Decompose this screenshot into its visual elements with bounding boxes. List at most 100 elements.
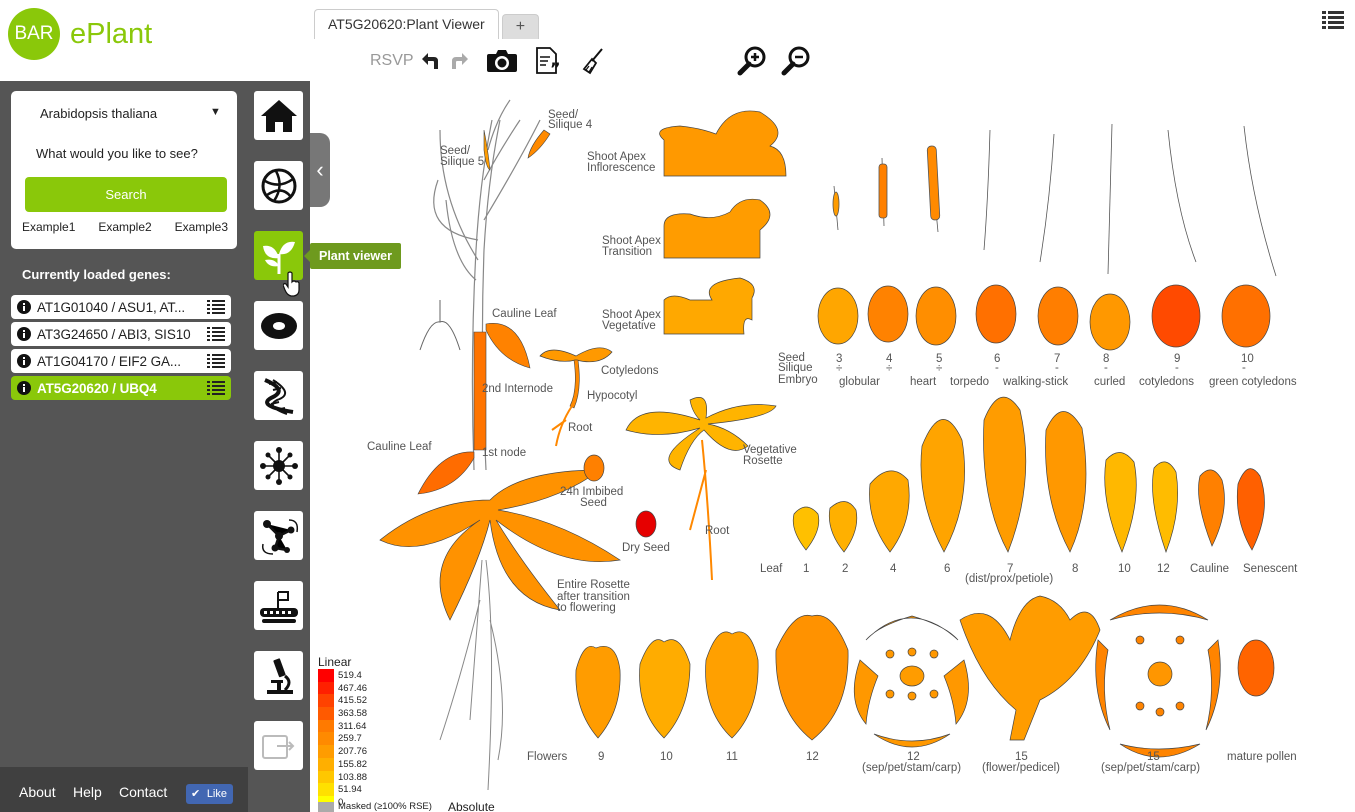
embryo-4[interactable] <box>867 285 909 343</box>
species-select[interactable]: Arabidopsis thaliana <box>40 106 157 121</box>
embryo-9[interactable] <box>1151 284 1201 348</box>
label-embryo-mark: - <box>1242 362 1246 374</box>
nav-world[interactable] <box>254 161 303 210</box>
dry-seed[interactable] <box>635 510 657 538</box>
label-embryo-stage: torpedo <box>950 376 989 388</box>
gene-item[interactable]: AT1G01040 / ASU1, AT... <box>11 295 231 319</box>
help-link[interactable]: Help <box>73 784 102 800</box>
tab-plant-viewer[interactable]: AT5G20620:Plant Viewer <box>314 9 499 39</box>
info-icon[interactable] <box>17 381 31 395</box>
embryo-6[interactable] <box>975 284 1017 344</box>
undo-icon[interactable] <box>421 51 442 71</box>
nav-structure[interactable] <box>254 511 303 560</box>
clear-broom-icon[interactable] <box>580 47 606 75</box>
search-prompt[interactable]: What would you like to see? <box>36 146 198 161</box>
label-cauline-leaf-left: Cauline Leaf <box>367 441 432 453</box>
label-leaf-item: Senescent <box>1243 563 1298 575</box>
tab-add-button[interactable]: + <box>501 14 540 39</box>
flower-11[interactable] <box>705 631 759 739</box>
leaf-8[interactable] <box>1045 411 1087 553</box>
seed-silique-4[interactable] <box>527 129 551 159</box>
facebook-like-button[interactable]: Like <box>186 784 233 804</box>
example-3-link[interactable]: Example3 <box>175 220 228 234</box>
imbibed-seed[interactable] <box>583 454 605 482</box>
leaf-senescent[interactable] <box>1236 468 1265 551</box>
flower-15-pedicel[interactable] <box>959 595 1101 741</box>
label-apex-veg-b: Vegetative <box>602 320 656 332</box>
export-icon <box>261 734 294 759</box>
example-2-link[interactable]: Example2 <box>98 220 151 234</box>
loaded-genes-title: Currently loaded genes: <box>22 267 171 282</box>
flower-10[interactable] <box>639 639 691 739</box>
leaf-6[interactable] <box>920 419 965 553</box>
cauline-leaf-top[interactable] <box>485 323 531 369</box>
leaf-cauline[interactable] <box>1198 469 1225 547</box>
leaf-7[interactable] <box>983 396 1027 553</box>
leaf-1[interactable] <box>792 506 820 551</box>
gene-menu-icon[interactable] <box>207 299 227 315</box>
get-citation-icon[interactable]: ” <box>534 47 564 75</box>
chevron-down-icon[interactable]: ▼ <box>210 106 221 118</box>
shoot-apex-inflorescence[interactable] <box>659 110 787 177</box>
about-link[interactable]: About <box>19 784 56 800</box>
gene-item-active[interactable]: AT5G20620 / UBQ4 <box>11 376 231 400</box>
zoom-in-icon[interactable] <box>736 45 768 77</box>
camera-icon[interactable] <box>486 48 518 74</box>
leaf-10[interactable] <box>1104 452 1137 553</box>
flower-9[interactable] <box>575 646 621 739</box>
flower-12[interactable] <box>775 614 849 741</box>
embryo-3[interactable] <box>817 287 859 345</box>
nav-export[interactable] <box>254 721 303 770</box>
mature-pollen[interactable] <box>1237 639 1275 697</box>
label-embryo-mark: ÷ <box>936 363 942 375</box>
label-embryo-stage: globular <box>839 376 880 388</box>
embryo-10[interactable] <box>1221 284 1271 348</box>
leaf-4[interactable] <box>869 470 910 553</box>
legend-value: 51.94 <box>338 784 362 796</box>
leaf-2[interactable] <box>828 501 858 553</box>
nav-experiment[interactable] <box>254 651 303 700</box>
label-rosette-a: Entire Rosette <box>557 579 630 591</box>
legend-row: 363.58 <box>318 707 367 720</box>
menu-list-icon[interactable] <box>1322 10 1344 30</box>
search-button[interactable]: Search <box>25 177 227 212</box>
legend-mode-label[interactable]: Absolute <box>448 800 495 812</box>
gene-item[interactable]: AT1G04170 / EIF2 GA... <box>11 349 231 373</box>
root-rosette[interactable] <box>689 439 713 581</box>
cauline-leaf-left[interactable] <box>417 451 475 495</box>
embryo-7[interactable] <box>1037 286 1079 346</box>
nav-cell[interactable] <box>254 301 303 350</box>
rsvp-button[interactable]: RSVP <box>370 52 414 70</box>
leaf-12[interactable] <box>1152 461 1178 554</box>
gene-menu-icon[interactable] <box>207 326 227 342</box>
embryo-5[interactable] <box>915 286 957 346</box>
gene-item[interactable]: AT3G24650 / ABI3, SIS10 <box>11 322 231 346</box>
zoom-out-icon[interactable] <box>780 45 812 77</box>
nav-home[interactable] <box>254 91 303 140</box>
contact-link[interactable]: Contact <box>119 784 167 800</box>
shoot-apex-vegetative[interactable] <box>663 277 755 335</box>
hypocotyl[interactable] <box>569 359 580 409</box>
embryo-8[interactable] <box>1089 293 1131 351</box>
shoot-apex-transition[interactable] <box>663 198 771 259</box>
info-icon[interactable] <box>17 354 31 368</box>
label-embryo-stage: cotyledons <box>1139 376 1194 388</box>
label-embryo-mark: - <box>995 362 999 374</box>
redo-icon[interactable] <box>448 51 468 71</box>
nav-interactions[interactable] <box>254 441 303 490</box>
flower-12-parts[interactable] <box>853 615 969 748</box>
label-dry-seed: Dry Seed <box>622 542 670 554</box>
info-icon[interactable] <box>17 327 31 341</box>
flower-row <box>575 595 1275 758</box>
gene-menu-icon[interactable] <box>207 353 227 369</box>
nav-chromosome[interactable] <box>254 581 303 630</box>
label-leaf7-sub: (dist/prox/petiole) <box>965 573 1053 585</box>
bar-logo[interactable]: BAR <box>8 8 60 60</box>
legend-swatch <box>318 732 334 746</box>
plant-icon <box>262 241 295 274</box>
info-icon[interactable] <box>17 300 31 314</box>
nav-molecule[interactable] <box>254 371 303 420</box>
gene-menu-icon[interactable] <box>207 380 227 396</box>
flower-15-parts[interactable] <box>1095 604 1221 758</box>
example-1-link[interactable]: Example1 <box>22 220 75 234</box>
